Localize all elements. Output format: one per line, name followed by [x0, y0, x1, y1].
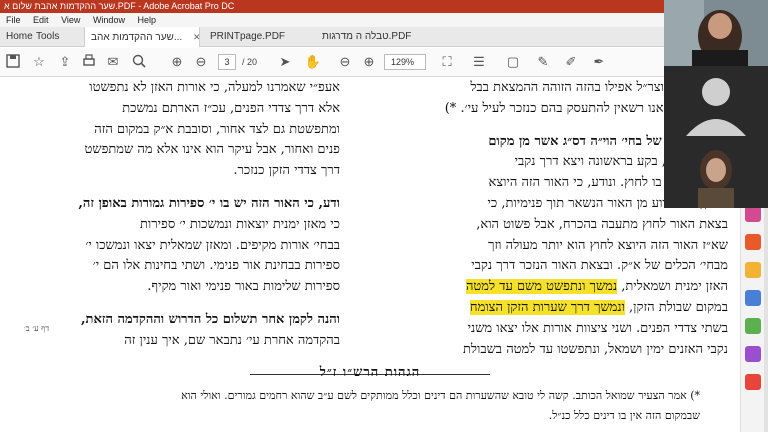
text-line: בהקדמה אחרת עי׳ נתבאר שם, איך ענין זה — [124, 332, 340, 348]
text-line: כי מאזן ימנית יוצאות ונמשכות י׳ ספירות — [139, 216, 340, 232]
edit-pdf-icon[interactable] — [745, 206, 761, 222]
tab-document-1[interactable]: שער ההקדמות אהב... ✕ — [84, 27, 200, 47]
zoom-out-icon[interactable]: ⊖ — [336, 53, 354, 71]
text-line: ומתפשטת גם לצד אחור, וסובבת א״ק במקום הז… — [94, 121, 340, 137]
text-column-left: אעפ״י שאמרנו למעלה, כי אורות האזן לא נתפ… — [40, 78, 340, 352]
page-up-icon[interactable]: ⊕ — [168, 53, 186, 71]
hand-icon[interactable]: ✋ — [304, 53, 322, 71]
page-down-icon[interactable]: ⊖ — [192, 53, 210, 71]
text-line: בבחי׳ אורות מקיפים. ומאזן שמאלית יצאו ונ… — [85, 237, 340, 253]
text-line: ספירות שלימות באור פנימי ואור מקיף. — [147, 279, 340, 295]
text-line: ספירות בבחינת אור פנימי. ושתי בחינות אלו… — [92, 258, 340, 274]
close-icon[interactable]: ✕ — [193, 32, 199, 42]
highlight-icon[interactable]: ✐ — [562, 53, 580, 71]
menu-edit[interactable]: Edit — [33, 15, 49, 25]
print-icon[interactable] — [80, 53, 98, 71]
text-line: אלא דרך צדדי הפנים, עכ״ז הארתם נמשכת — [122, 100, 340, 116]
text-line: דרך צדדי הזקן כנזכר. — [233, 163, 340, 179]
margin-note: דף ע׳ ב׳ — [24, 324, 50, 333]
video-tile-2[interactable] — [664, 66, 768, 136]
tab-tools[interactable]: Tools — [30, 27, 65, 47]
text-line: שא״ז האור הזה היוצא לחוץ הוא יותר מעולה … — [488, 237, 728, 253]
menu-bar: File Edit View Window Help — [0, 13, 664, 27]
fill-sign-icon[interactable] — [745, 346, 761, 362]
notes-title: הגהות הרש״ו ז״ל — [319, 365, 421, 380]
menu-view[interactable]: View — [61, 15, 80, 25]
footnote-line: שבמקום הזה אין בו דינים כלל כנ״ל. — [548, 409, 700, 422]
text-line: והנה לקמן אחר תשלום כל הדרוש וההקדמה הזא… — [81, 311, 340, 327]
bookmark-star-icon[interactable]: ☆ — [30, 53, 48, 71]
combine-files-icon[interactable] — [745, 290, 761, 306]
menu-file[interactable]: File — [6, 15, 21, 25]
footnotes: *) אמר הצעיר שמואל הכותב. קשה לי טובא שה… — [60, 386, 700, 426]
tab-document-3[interactable]: טבלה ה מדרגות.PDF — [316, 27, 436, 47]
comment-icon[interactable]: ▢ — [504, 53, 522, 71]
upload-icon[interactable]: ⇪ — [56, 53, 74, 71]
video-tile-1[interactable] — [664, 0, 768, 66]
pdf-page: בו אשר, והאוצר״ל אפילו בהזה הזוהה ההמצאת… — [0, 78, 740, 432]
text-line: בצאת האור לחוץ מתעבה בהכרח, אבל פשוט הוא… — [476, 216, 728, 232]
text-fragment: האזן ימנית ושמאלית, — [617, 279, 728, 295]
footnote-line: *) אמר הצעיר שמואל הכותב. קשה לי טובא שה… — [181, 389, 700, 402]
menu-window[interactable]: Window — [93, 15, 125, 25]
zoom-in-icon[interactable]: ⊕ — [360, 53, 378, 71]
comment-tool-icon[interactable] — [745, 262, 761, 278]
participant-video — [664, 136, 768, 208]
select-arrow-icon[interactable]: ➤ — [276, 53, 294, 71]
sign-icon[interactable]: ✒ — [590, 53, 608, 71]
organize-pages-icon[interactable] — [745, 318, 761, 334]
text-fragment: במקום שבולת הזקן, — [624, 299, 728, 315]
text-line: נקבי האזנים ימין ושמאל, ונתפשטו עד למטה … — [463, 341, 728, 357]
highlighted-text[interactable]: נמשך ונתפשט משם עד למטה — [465, 279, 618, 295]
text-line: האזן ימנית ושמאלית, נמשך ונתפשט משם עד ל… — [398, 277, 728, 298]
zoom-search-icon[interactable] — [130, 53, 148, 71]
scroll-mode-icon[interactable]: ☰ — [470, 53, 488, 71]
avatar-placeholder — [664, 66, 768, 136]
tab-document-3-label: טבלה ה מדרגות.PDF — [322, 31, 412, 42]
tab-document-2-label: PRINTpage.PDF — [210, 31, 286, 42]
participant-video — [664, 0, 768, 66]
tab-document-1-label: שער ההקדמות אהב... — [91, 32, 183, 43]
highlighted-text[interactable]: ונמשך דרך שערות הזקן הצומח — [469, 299, 625, 315]
window-title: שער ההקדמות אהבת שלום א.PDF - Adobe Acro… — [0, 0, 664, 13]
text-line: מבחי׳ הכלים של א״ק. ובצאת האור הנזכר דרך… — [471, 258, 728, 274]
toolbar: ☆ ⇪ ✉ ⊕ ⊖ 3 / 20 ➤ ✋ ⊖ ⊕ 129% ⛶ ☰ ▢ ✎ ✐ … — [0, 48, 664, 77]
text-line: בשתי צדדי הפנים. ושני ציצוות אורות אלו י… — [467, 320, 728, 336]
video-tile-3[interactable] — [664, 136, 768, 208]
mail-icon[interactable]: ✉ — [104, 53, 122, 71]
text-line: ודע, כי האור הזה יש בו י׳ ספירות גמורות … — [78, 195, 340, 211]
fit-page-icon[interactable]: ⛶ — [438, 53, 456, 71]
save-icon[interactable] — [4, 53, 22, 71]
create-pdf-icon[interactable] — [745, 234, 761, 250]
menu-help[interactable]: Help — [137, 15, 156, 25]
tab-bar: Home Tools שער ההקדמות אהב... ✕ PRINTpag… — [0, 27, 664, 47]
page-number-input[interactable]: 3 — [218, 54, 236, 70]
page-total: / 20 — [242, 57, 258, 67]
text-line: אעפ״י שאמרנו למעלה, כי אורות האזן לא נתפ… — [89, 80, 340, 95]
tab-document-2[interactable]: PRINTpage.PDF — [204, 27, 312, 47]
text-line: פנים ואחור, אבל עיקר הוא אינו אלא מה שמת… — [84, 142, 340, 158]
text-line: במקום שבולת הזקן, ונמשך דרך שערות הזקן ה… — [398, 298, 728, 319]
protect-icon[interactable] — [745, 374, 761, 390]
pen-icon[interactable]: ✎ — [534, 53, 552, 71]
zoom-level-select[interactable]: 129% — [384, 54, 426, 70]
